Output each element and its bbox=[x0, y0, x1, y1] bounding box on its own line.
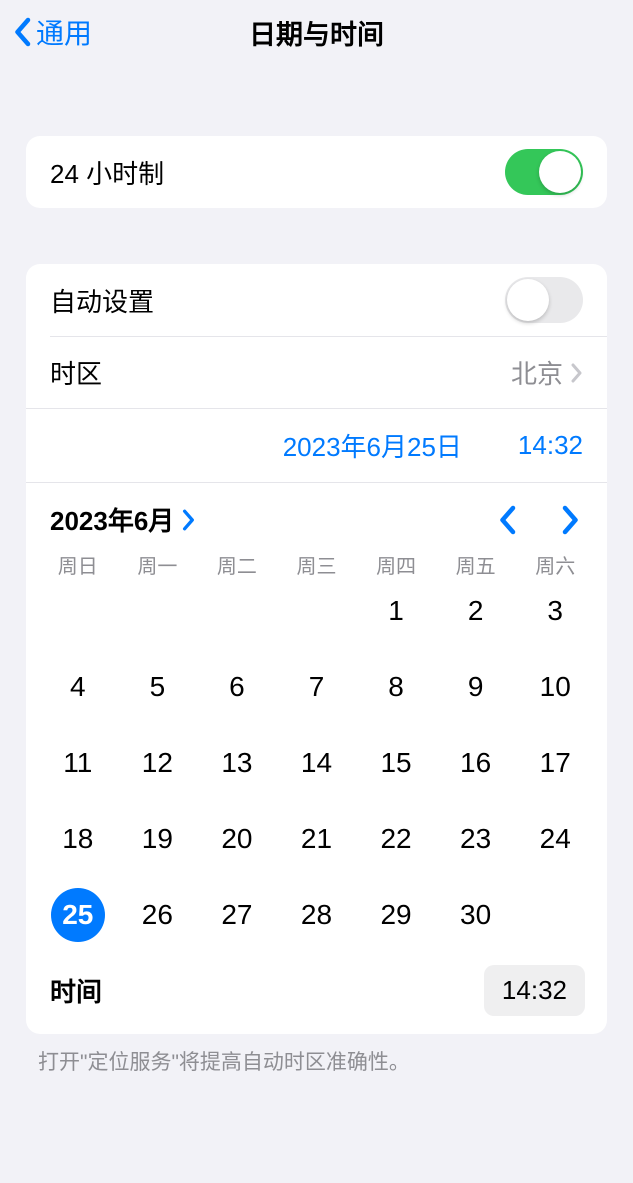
row-24hr: 24 小时制 bbox=[26, 136, 607, 208]
day-cell[interactable]: 1 bbox=[356, 583, 436, 639]
day-empty bbox=[38, 583, 118, 639]
weekday-label: 周一 bbox=[118, 550, 198, 579]
row-timezone[interactable]: 时区 北京 bbox=[50, 336, 607, 408]
day-cell[interactable]: 13 bbox=[197, 735, 277, 791]
label-24hr: 24 小时制 bbox=[50, 154, 164, 191]
day-cell[interactable]: 14 bbox=[277, 735, 357, 791]
day-cell[interactable]: 17 bbox=[515, 735, 595, 791]
month-label: 2023年6月 bbox=[50, 501, 174, 538]
toggle-24hr[interactable] bbox=[505, 149, 583, 195]
day-cell[interactable]: 27 bbox=[197, 887, 277, 943]
weekday-label: 周六 bbox=[515, 550, 595, 579]
day-empty bbox=[197, 583, 277, 639]
weekday-label: 周日 bbox=[38, 550, 118, 579]
chevron-right-icon bbox=[182, 509, 196, 531]
day-cell[interactable]: 5 bbox=[118, 659, 198, 715]
nav-bar: 通用 日期与时间 bbox=[0, 0, 633, 68]
day-cell[interactable]: 26 bbox=[118, 887, 198, 943]
time-button[interactable]: 14:32 bbox=[518, 430, 583, 461]
row-time-picker: 时间 14:32 bbox=[26, 951, 607, 1034]
time-picker-button[interactable]: 14:32 bbox=[484, 965, 585, 1016]
day-cell[interactable]: 18 bbox=[38, 811, 118, 867]
chevron-right-icon bbox=[571, 363, 583, 383]
back-label: 通用 bbox=[36, 12, 92, 52]
day-cell[interactable]: 19 bbox=[118, 811, 198, 867]
label-auto-set: 自动设置 bbox=[50, 282, 154, 319]
day-cell[interactable]: 3 bbox=[515, 583, 595, 639]
day-cell[interactable]: 25 bbox=[38, 887, 118, 943]
value-timezone: 北京 bbox=[511, 354, 563, 391]
weekday-label: 周三 bbox=[277, 550, 357, 579]
next-month-button[interactable] bbox=[561, 505, 581, 535]
day-cell[interactable]: 4 bbox=[38, 659, 118, 715]
calendar-header: 2023年6月 bbox=[26, 482, 607, 546]
back-button[interactable]: 通用 bbox=[12, 12, 92, 52]
day-empty bbox=[118, 583, 198, 639]
day-cell[interactable]: 7 bbox=[277, 659, 357, 715]
footer-note: 打开"定位服务"将提高自动时区准确性。 bbox=[38, 1046, 595, 1076]
calendar-grid: 1234567891011121314151617181920212223242… bbox=[26, 583, 607, 951]
weekday-header: 周日周一周二周三周四周五周六 bbox=[26, 546, 607, 583]
day-cell[interactable]: 30 bbox=[436, 887, 516, 943]
row-auto-set: 自动设置 bbox=[26, 264, 607, 336]
day-cell[interactable]: 6 bbox=[197, 659, 277, 715]
day-cell[interactable]: 21 bbox=[277, 811, 357, 867]
toggle-auto-set[interactable] bbox=[505, 277, 583, 323]
day-empty bbox=[277, 583, 357, 639]
day-cell[interactable]: 16 bbox=[436, 735, 516, 791]
day-cell[interactable]: 28 bbox=[277, 887, 357, 943]
section-datetime: 自动设置 时区 北京 2023年6月25日 14:32 2023年6月 bbox=[26, 264, 607, 1034]
day-cell[interactable]: 2 bbox=[436, 583, 516, 639]
day-cell[interactable]: 20 bbox=[197, 811, 277, 867]
day-cell[interactable]: 29 bbox=[356, 887, 436, 943]
day-cell[interactable]: 8 bbox=[356, 659, 436, 715]
month-nav-arrows bbox=[497, 505, 581, 535]
row-date-time-summary: 2023年6月25日 14:32 bbox=[26, 408, 607, 482]
day-cell[interactable]: 22 bbox=[356, 811, 436, 867]
day-cell[interactable]: 10 bbox=[515, 659, 595, 715]
time-label: 时间 bbox=[50, 972, 102, 1009]
day-cell[interactable]: 9 bbox=[436, 659, 516, 715]
page-title: 日期与时间 bbox=[0, 13, 633, 52]
day-cell[interactable]: 11 bbox=[38, 735, 118, 791]
day-cell[interactable]: 24 bbox=[515, 811, 595, 867]
day-cell[interactable]: 15 bbox=[356, 735, 436, 791]
chevron-left-icon bbox=[12, 17, 32, 47]
section-24hr: 24 小时制 bbox=[26, 136, 607, 208]
day-cell[interactable]: 23 bbox=[436, 811, 516, 867]
weekday-label: 周二 bbox=[197, 550, 277, 579]
day-cell[interactable]: 12 bbox=[118, 735, 198, 791]
weekday-label: 周四 bbox=[356, 550, 436, 579]
month-selector[interactable]: 2023年6月 bbox=[50, 501, 196, 538]
weekday-label: 周五 bbox=[436, 550, 516, 579]
prev-month-button[interactable] bbox=[497, 505, 517, 535]
label-timezone: 时区 bbox=[50, 354, 102, 391]
date-button[interactable]: 2023年6月25日 bbox=[283, 427, 462, 464]
